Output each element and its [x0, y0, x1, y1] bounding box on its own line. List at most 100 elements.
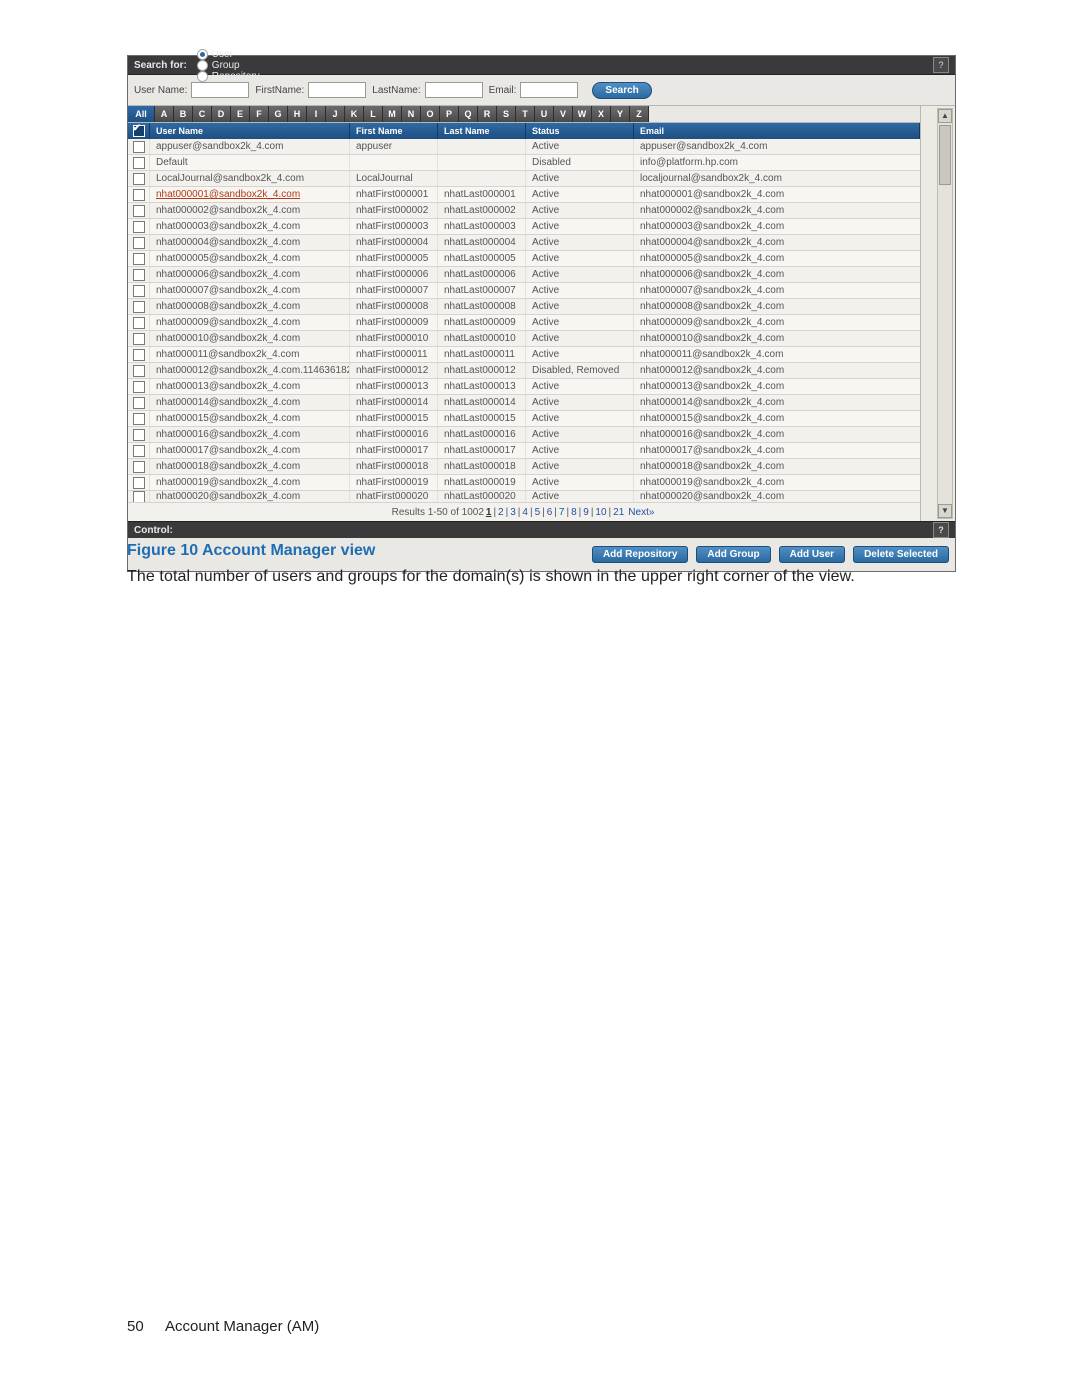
alpha-j[interactable]: J [326, 106, 345, 122]
row-checkbox[interactable] [128, 379, 150, 394]
pager-next[interactable]: Next» [628, 507, 654, 518]
row-checkbox[interactable] [128, 459, 150, 474]
row-checkbox[interactable] [128, 251, 150, 266]
cell-user: nhat000019@sandbox2k_4.com [150, 475, 350, 490]
search-for-option-user[interactable]: User [197, 49, 260, 60]
col-status[interactable]: Status [526, 123, 634, 139]
figure-caption: Figure 10 Account Manager view [127, 542, 375, 560]
alpha-t[interactable]: T [516, 106, 535, 122]
row-checkbox[interactable] [128, 411, 150, 426]
alpha-s[interactable]: S [497, 106, 516, 122]
user-name-input[interactable] [191, 82, 249, 98]
delete-selected-button[interactable]: Delete Selected [853, 546, 949, 563]
table-row: nhat000016@sandbox2k_4.comnhatFirst00001… [128, 427, 920, 443]
alpha-k[interactable]: K [345, 106, 364, 122]
pager-page-21[interactable]: 21 [613, 507, 624, 518]
alpha-b[interactable]: B [174, 106, 193, 122]
alpha-m[interactable]: M [383, 106, 402, 122]
row-checkbox[interactable] [128, 427, 150, 442]
row-checkbox[interactable] [128, 203, 150, 218]
alpha-w[interactable]: W [573, 106, 592, 122]
pager-page-6[interactable]: 6 [547, 507, 553, 518]
add-repository-button[interactable]: Add Repository [592, 546, 688, 563]
alpha-x[interactable]: X [592, 106, 611, 122]
pager-page-10[interactable]: 10 [595, 507, 606, 518]
pager-page-1[interactable]: 1 [486, 507, 492, 518]
alpha-index: AllABCDEFGHIJKLMNOPQRSTUVWXYZ [128, 106, 920, 123]
select-all-checkbox[interactable] [128, 123, 150, 139]
row-checkbox[interactable] [128, 283, 150, 298]
table-row: nhat000012@sandbox2k_4.com.1146361820271… [128, 363, 920, 379]
col-email[interactable]: Email [634, 123, 920, 139]
alpha-d[interactable]: D [212, 106, 231, 122]
cell-user: nhat000004@sandbox2k_4.com [150, 235, 350, 250]
alpha-u[interactable]: U [535, 106, 554, 122]
alpha-h[interactable]: H [288, 106, 307, 122]
alpha-z[interactable]: Z [630, 106, 649, 122]
alpha-g[interactable]: G [269, 106, 288, 122]
row-checkbox[interactable] [128, 475, 150, 490]
search-for-option-group[interactable]: Group [197, 60, 260, 71]
cell-user[interactable]: nhat000001@sandbox2k_4.com [150, 187, 350, 202]
first-name-label: FirstName: [255, 85, 304, 96]
row-checkbox[interactable] [128, 491, 150, 502]
add-group-button[interactable]: Add Group [696, 546, 770, 563]
pager-page-9[interactable]: 9 [583, 507, 589, 518]
cell-last: nhatLast000012 [438, 363, 526, 378]
row-checkbox[interactable] [128, 267, 150, 282]
alpha-l[interactable]: L [364, 106, 383, 122]
col-first-name[interactable]: First Name [350, 123, 438, 139]
pager-page-2[interactable]: 2 [498, 507, 504, 518]
alpha-f[interactable]: F [250, 106, 269, 122]
search-for-option-repository[interactable]: Repository [197, 71, 260, 82]
control-help-icon[interactable]: ? [933, 522, 949, 538]
scroll-up-icon[interactable]: ▲ [938, 109, 952, 123]
alpha-e[interactable]: E [231, 106, 250, 122]
row-checkbox[interactable] [128, 155, 150, 170]
alpha-p[interactable]: P [440, 106, 459, 122]
row-checkbox[interactable] [128, 299, 150, 314]
scroll-thumb[interactable] [939, 125, 951, 185]
table-header: User Name First Name Last Name Status Em… [128, 123, 920, 139]
alpha-n[interactable]: N [402, 106, 421, 122]
pager-page-8[interactable]: 8 [571, 507, 577, 518]
alpha-i[interactable]: I [307, 106, 326, 122]
pager-page-5[interactable]: 5 [535, 507, 541, 518]
pager-page-7[interactable]: 7 [559, 507, 565, 518]
alpha-v[interactable]: V [554, 106, 573, 122]
row-checkbox[interactable] [128, 139, 150, 154]
alpha-c[interactable]: C [193, 106, 212, 122]
add-user-button[interactable]: Add User [779, 546, 845, 563]
alpha-y[interactable]: Y [611, 106, 630, 122]
cell-user: nhat000008@sandbox2k_4.com [150, 299, 350, 314]
cell-email: nhat000020@sandbox2k_4.com [634, 491, 920, 502]
scrollbar[interactable]: ▲ ▼ [937, 108, 953, 519]
row-checkbox[interactable] [128, 331, 150, 346]
first-name-input[interactable] [308, 82, 366, 98]
col-last-name[interactable]: Last Name [438, 123, 526, 139]
pager-page-4[interactable]: 4 [522, 507, 528, 518]
row-checkbox[interactable] [128, 171, 150, 186]
col-user-name[interactable]: User Name [150, 123, 350, 139]
row-checkbox[interactable] [128, 235, 150, 250]
row-checkbox[interactable] [128, 347, 150, 362]
help-icon[interactable]: ? [933, 57, 949, 73]
alpha-q[interactable]: Q [459, 106, 478, 122]
email-input[interactable] [520, 82, 578, 98]
pager-page-3[interactable]: 3 [510, 507, 516, 518]
row-checkbox[interactable] [128, 187, 150, 202]
alpha-r[interactable]: R [478, 106, 497, 122]
row-checkbox[interactable] [128, 395, 150, 410]
table-row: nhat000008@sandbox2k_4.comnhatFirst00000… [128, 299, 920, 315]
scroll-down-icon[interactable]: ▼ [938, 504, 952, 518]
alpha-all[interactable]: All [128, 106, 155, 122]
search-button[interactable]: Search [592, 82, 651, 99]
cell-email: nhat000019@sandbox2k_4.com [634, 475, 920, 490]
last-name-input[interactable] [425, 82, 483, 98]
row-checkbox[interactable] [128, 363, 150, 378]
alpha-o[interactable]: O [421, 106, 440, 122]
row-checkbox[interactable] [128, 315, 150, 330]
alpha-a[interactable]: A [155, 106, 174, 122]
row-checkbox[interactable] [128, 219, 150, 234]
row-checkbox[interactable] [128, 443, 150, 458]
